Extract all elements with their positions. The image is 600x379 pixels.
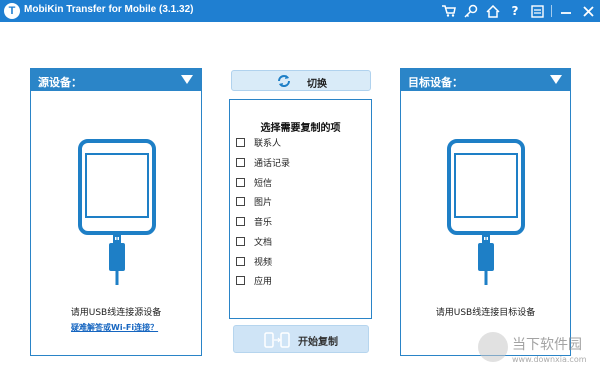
checkbox[interactable] (236, 157, 245, 167)
switch-button-label: 切换 (307, 79, 327, 90)
item-contacts[interactable]: 联系人 (236, 135, 281, 149)
source-panel-title: 源设备： (38, 76, 82, 89)
target-panel-title: 目标设备： (408, 76, 463, 89)
feedback-icon[interactable] (529, 3, 545, 19)
target-connect-instruction: 请用USB线连接目标设备 (435, 308, 536, 318)
source-usb-cable-icon (109, 235, 125, 285)
target-phone-icon (447, 139, 525, 235)
checkbox[interactable] (236, 256, 245, 266)
item-label: 通话记录 (254, 158, 291, 169)
home-icon[interactable] (485, 3, 501, 19)
item-documents[interactable]: 文档 (236, 234, 272, 248)
item-label: 视频 (254, 257, 273, 268)
target-dropdown-icon[interactable] (550, 75, 562, 84)
start-copy-label: 开始复制 (298, 337, 338, 348)
troubleshoot-link[interactable]: 疑难解答或Wi-Fi连接？ (71, 322, 158, 333)
source-panel-header[interactable]: 源设备： (31, 69, 201, 91)
item-label: 文档 (254, 237, 273, 248)
watermark-url: www.downxia.com (512, 355, 587, 364)
copy-devices-icon (264, 332, 290, 348)
close-icon[interactable] (580, 3, 596, 19)
watermark: 当下软件园 www.downxia.com (478, 328, 596, 374)
item-label: 图片 (254, 197, 273, 208)
checkbox[interactable] (236, 196, 245, 206)
item-label: 音乐 (254, 217, 273, 228)
item-apps[interactable]: 应用 (236, 273, 272, 287)
item-label: 应用 (254, 276, 273, 287)
target-device-panel: 目标设备： 请用USB线连接目标设备 (400, 68, 571, 356)
watermark-logo-icon (478, 332, 508, 362)
help-icon[interactable]: ? (507, 3, 523, 19)
item-call-logs[interactable]: 通话记录 (236, 155, 290, 169)
titlebar-separator (551, 5, 552, 17)
title-bar: T MobiKin Transfer for Mobile (3.1.32) ? (0, 0, 600, 22)
item-label: 短信 (254, 178, 273, 189)
target-panel-header[interactable]: 目标设备： (401, 69, 570, 91)
phone-screen (454, 153, 518, 218)
item-music[interactable]: 音乐 (236, 214, 272, 228)
source-device-panel: 源设备： 请用USB线连接源设备 疑难解答或Wi-Fi连接？ (30, 68, 202, 356)
data-types-panel: 选择需要复制的项 联系人 通话记录 短信 图片 音乐 文档 视频 应用 (229, 99, 372, 319)
target-usb-cable-icon (478, 235, 494, 285)
watermark-text: 当下软件园 (512, 337, 582, 353)
start-copy-button[interactable]: 开始复制 (233, 325, 369, 353)
checkbox[interactable] (236, 275, 245, 285)
source-phone-icon (78, 139, 156, 235)
titlebar-icons: ? (441, 2, 596, 20)
minimize-icon[interactable] (558, 3, 574, 19)
checkbox[interactable] (236, 216, 245, 226)
item-sms[interactable]: 短信 (236, 175, 272, 189)
item-photos[interactable]: 图片 (236, 194, 272, 208)
source-connect-instruction: 请用USB线连接源设备 (70, 308, 162, 318)
refresh-icon (278, 75, 290, 87)
source-dropdown-icon[interactable] (181, 75, 193, 84)
checkbox[interactable] (236, 177, 245, 187)
window-title: MobiKin Transfer for Mobile (3.1.32) (24, 4, 194, 15)
item-videos[interactable]: 视频 (236, 254, 272, 268)
key-icon[interactable] (463, 3, 479, 19)
switch-button[interactable]: 切换 (231, 70, 371, 91)
cart-icon[interactable] (441, 3, 457, 19)
checkbox[interactable] (236, 137, 245, 147)
phone-screen (85, 153, 149, 218)
app-logo-icon: T (4, 3, 20, 19)
item-label: 联系人 (254, 138, 282, 149)
items-title: 选择需要复制的项 (260, 123, 341, 134)
checkbox[interactable] (236, 236, 245, 246)
